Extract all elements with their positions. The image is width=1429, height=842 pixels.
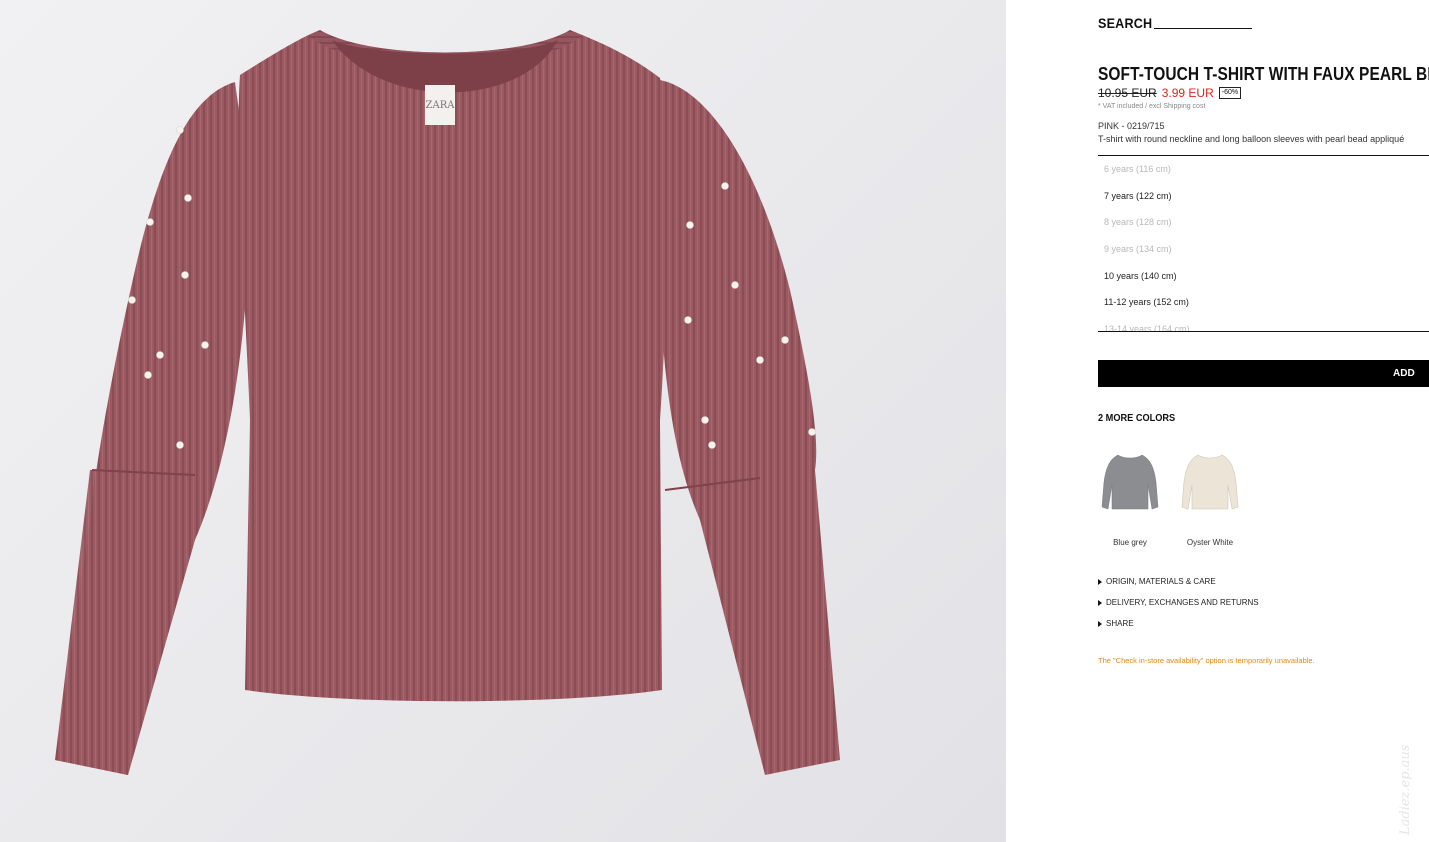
color-swatch-label[interactable]: Oyster White	[1178, 538, 1242, 547]
old-price: 10.95 EUR	[1098, 86, 1157, 100]
more-colors-heading: 2 MORE COLORS	[1098, 413, 1176, 424]
product-image[interactable]: ZARA	[0, 0, 1006, 842]
accordion-delivery-returns[interactable]: DELIVERY, EXCHANGES AND RETURNS	[1098, 598, 1259, 607]
discount-badge: -60%	[1218, 87, 1242, 99]
size-selector[interactable]: 6 years (116 cm) 7 years (122 cm) 8 year…	[1098, 155, 1429, 332]
search-label[interactable]: SEARCH	[1098, 15, 1152, 31]
size-option[interactable]: 13-14 years (164 cm)	[1098, 316, 1429, 331]
product-title: SOFT-TOUCH T-SHIRT WITH FAUX PEARL BEAD	[1098, 64, 1429, 84]
size-option[interactable]: 11-12 years (152 cm)	[1098, 289, 1429, 316]
product-description: T-shirt with round neckline and long bal…	[1098, 134, 1405, 144]
size-option[interactable]: 9 years (134 cm)	[1098, 236, 1429, 263]
caret-right-icon	[1098, 620, 1102, 627]
svg-text:ZARA: ZARA	[426, 100, 456, 111]
accordion-label: DELIVERY, EXCHANGES AND RETURNS	[1106, 598, 1259, 607]
size-option[interactable]: 10 years (140 cm)	[1098, 263, 1429, 290]
store-availability-notice: The "Check in-store availability" option…	[1098, 656, 1315, 665]
color-reference: PINK - 0219/715	[1098, 121, 1165, 131]
sweater-illustration: ZARA	[55, 30, 840, 775]
caret-right-icon	[1098, 599, 1102, 606]
sale-price: 3.99 EUR	[1161, 86, 1214, 100]
size-option[interactable]: 6 years (116 cm)	[1098, 156, 1429, 183]
color-swatch-label[interactable]: Blue grey	[1098, 538, 1162, 547]
size-option[interactable]: 7 years (122 cm)	[1098, 183, 1429, 210]
add-to-cart-button[interactable]: ADD	[1098, 360, 1429, 387]
price-row: 10.95 EUR 3.99 EUR -60%	[1098, 86, 1242, 100]
add-button-label: ADD	[1393, 368, 1415, 379]
color-swatch-oyster-white[interactable]	[1178, 447, 1242, 517]
color-swatch-blue-grey[interactable]	[1098, 447, 1162, 517]
size-option[interactable]: 8 years (128 cm)	[1098, 209, 1429, 236]
accordion-origin-materials-care[interactable]: ORIGIN, MATERIALS & CARE	[1098, 577, 1216, 586]
garment-body	[238, 30, 668, 702]
accordion-share[interactable]: SHARE	[1098, 619, 1134, 628]
caret-right-icon	[1098, 578, 1102, 585]
shirt-thumbnail-icon	[1181, 454, 1239, 510]
product-details-panel: SEARCH SOFT-TOUCH T-SHIRT WITH FAUX PEAR…	[1098, 0, 1429, 842]
shirt-thumbnail-icon	[1101, 454, 1159, 510]
accordion-label: ORIGIN, MATERIALS & CARE	[1106, 577, 1216, 586]
search-input-underline[interactable]	[1154, 28, 1253, 29]
search-bar[interactable]: SEARCH	[1098, 15, 1253, 31]
watermark: Ladiez.ep.aus	[1398, 744, 1413, 835]
vat-note: * VAT included / excl Shipping cost	[1098, 103, 1206, 110]
right-sleeve	[655, 80, 840, 775]
accordion-label: SHARE	[1106, 619, 1134, 628]
